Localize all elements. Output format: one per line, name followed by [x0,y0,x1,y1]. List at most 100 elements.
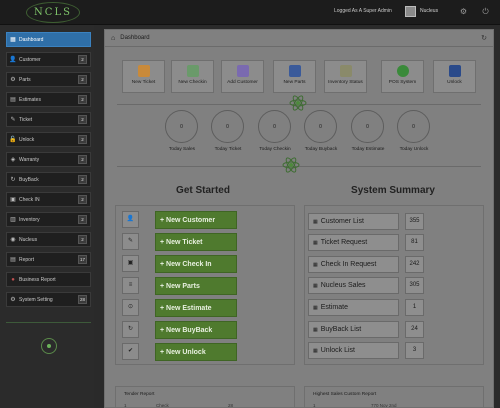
sidebar-item-checkin[interactable]: ▣ Check IN 2 [6,192,91,207]
refresh-icon: ↻ [122,321,139,338]
sidebar-item-nucleus[interactable]: ◉ Nucleus 2 [6,232,91,247]
sidebar-item-system-setting[interactable]: ⚙ System Setting 28 [6,292,91,307]
panel-header: ⌂ Dashboard ↻ [105,30,493,47]
sidebar-item-warranty[interactable]: ◈ Warranty 2 [6,152,91,167]
username[interactable]: Nucleus [420,8,438,14]
tile-unlock[interactable]: Unlock [433,60,476,93]
stat-circle-checkin: 0 [258,110,291,143]
new-parts-button[interactable]: + New Parts [155,277,237,295]
tender-report-panel: Tender Report 1 Check 28 [115,386,295,408]
refresh-icon[interactable]: ↻ [481,34,487,42]
sidebar-item-label: BuyBack [19,176,39,183]
summary-row-estimate[interactable]: ▦ Estimate [308,299,399,316]
page-title: Dashboard [120,35,150,41]
tile-new-ticket[interactable]: New Ticket [122,60,165,93]
tile-pos-system[interactable]: POS System [381,60,424,93]
summary-label: BuyBack List [320,326,362,333]
new-ticket-button[interactable]: + New Ticket [155,233,237,251]
avatar[interactable] [405,6,416,17]
summary-row-checkin-request[interactable]: ▦ Check In Request [308,256,399,273]
tile-add-customer[interactable]: Add Customer [221,60,264,93]
row-index: 1 [124,403,127,408]
sidebar-item-estimates[interactable]: ▤ Estimates 2 [6,92,91,107]
list-icon: ▦ [313,347,318,354]
list-icon: ≡ [122,277,139,294]
summary-count: 242 [405,256,424,273]
stat-label: Today Ticket [214,147,242,152]
tile-inventory-status[interactable]: Inventory Status [324,60,367,93]
inventory-icon: ▥ [10,217,16,223]
pos-icon [396,65,409,77]
parts-icon [288,65,301,77]
sidebar-item-buyback[interactable]: ↻ BuyBack 2 [6,172,91,187]
count-badge: 2 [78,155,87,164]
sidebar-item-label: Estimates [19,96,41,103]
summary-label: Ticket Request [320,239,368,246]
summary-row-buyback-list[interactable]: ▦ BuyBack List [308,321,399,338]
sidebar-item-label: Ticket [19,116,33,123]
summary-row-ticket-request[interactable]: ▦ Ticket Request [308,234,399,251]
new-estimate-button[interactable]: + New Estimate [155,299,237,317]
gear-icon: ⚙ [10,77,16,83]
sidebar-item-label: Parts [19,76,31,83]
summary-label: Check In Request [320,261,377,268]
tile-label: Inventory Status [328,80,363,85]
sidebar: ▦ Dashboard 👤 Customer 2 ⚙ Parts 2 ▤ Est… [0,25,94,408]
add-user-icon [236,65,249,77]
sidebar-item-unlock[interactable]: 🔓 Unlock 2 [6,132,91,147]
sidebar-item-customer[interactable]: 👤 Customer 2 [6,52,91,67]
atom-icon [282,157,300,173]
sidebar-item-label: Check IN [19,196,40,203]
row-value: 28 [228,403,234,408]
sidebar-item-parts[interactable]: ⚙ Parts 2 [6,72,91,87]
tile-label: New Ticket [131,80,156,85]
sidebar-divider [6,322,91,323]
count-badge: 2 [78,215,87,224]
summary-row-customer-list[interactable]: ▦ Customer List [308,213,399,230]
sidebar-item-ticket[interactable]: ✎ Ticket 2 [6,112,91,127]
app-logo[interactable]: NCLS [30,3,76,22]
tile-new-parts[interactable]: New Parts [273,60,316,93]
atom-icon [289,95,307,111]
tile-label: New Checkin [178,80,207,85]
new-checkin-button[interactable]: + New Check In [155,255,237,273]
refresh-icon: ↻ [10,177,16,183]
tile-label: Add Customer [227,80,258,85]
list-icon: ▦ [313,261,318,268]
summary-count: 3 [405,342,424,359]
home-icon[interactable]: ⌂ [111,35,115,42]
camera-icon: ▣ [122,255,139,272]
gear-icon[interactable]: ⚙ [459,7,468,16]
panel-title: Highest Sales Custom Report [313,392,377,397]
new-customer-button[interactable]: + New Customer [155,211,237,229]
user-icon: 👤 [9,57,17,63]
new-buyback-button[interactable]: + New BuyBack [155,321,237,339]
tile-new-checkin[interactable]: New Checkin [171,60,214,93]
sidebar-item-inventory[interactable]: ▥ Inventory 2 [6,212,91,227]
stat-circle-estimate: 0 [351,110,384,143]
summary-row-unlock-list[interactable]: ▦ Unlock List [308,342,399,359]
summary-row-nucleus-sales[interactable]: ▦ Nucleus Sales [308,277,399,294]
nucleus-icon: ◉ [10,237,16,243]
list-icon: ▦ [313,218,318,225]
stat-label: Today Buyback [304,147,338,152]
shield-icon: ◈ [10,157,16,163]
ticket-icon: ✎ [10,117,16,123]
stat-circle-buyback: 0 [304,110,337,143]
sidebar-item-label: Unlock [19,136,35,143]
list-icon: ▦ [313,282,318,289]
sidebar-item-label: Dashboard [19,36,44,43]
sidebar-item-dashboard[interactable]: ▦ Dashboard [6,32,91,47]
estimate-icon: ⊙ [122,299,139,316]
stat-circle-unlock: 0 [397,110,430,143]
sidebar-item-business-report[interactable]: ● Business Report [6,272,91,287]
sidebar-item-label: Inventory [19,216,40,223]
count-badge: 2 [78,195,87,204]
sidebar-item-label: System Setting [19,296,53,303]
new-unlock-button[interactable]: + New Unlock [155,343,237,361]
sidebar-item-label: Report [19,256,35,263]
power-icon[interactable]: ⏻ [481,7,490,16]
calculator-icon: ▤ [10,97,16,103]
stat-circle-ticket: 0 [211,110,244,143]
sidebar-item-report[interactable]: ▤ Report 17 [6,252,91,267]
